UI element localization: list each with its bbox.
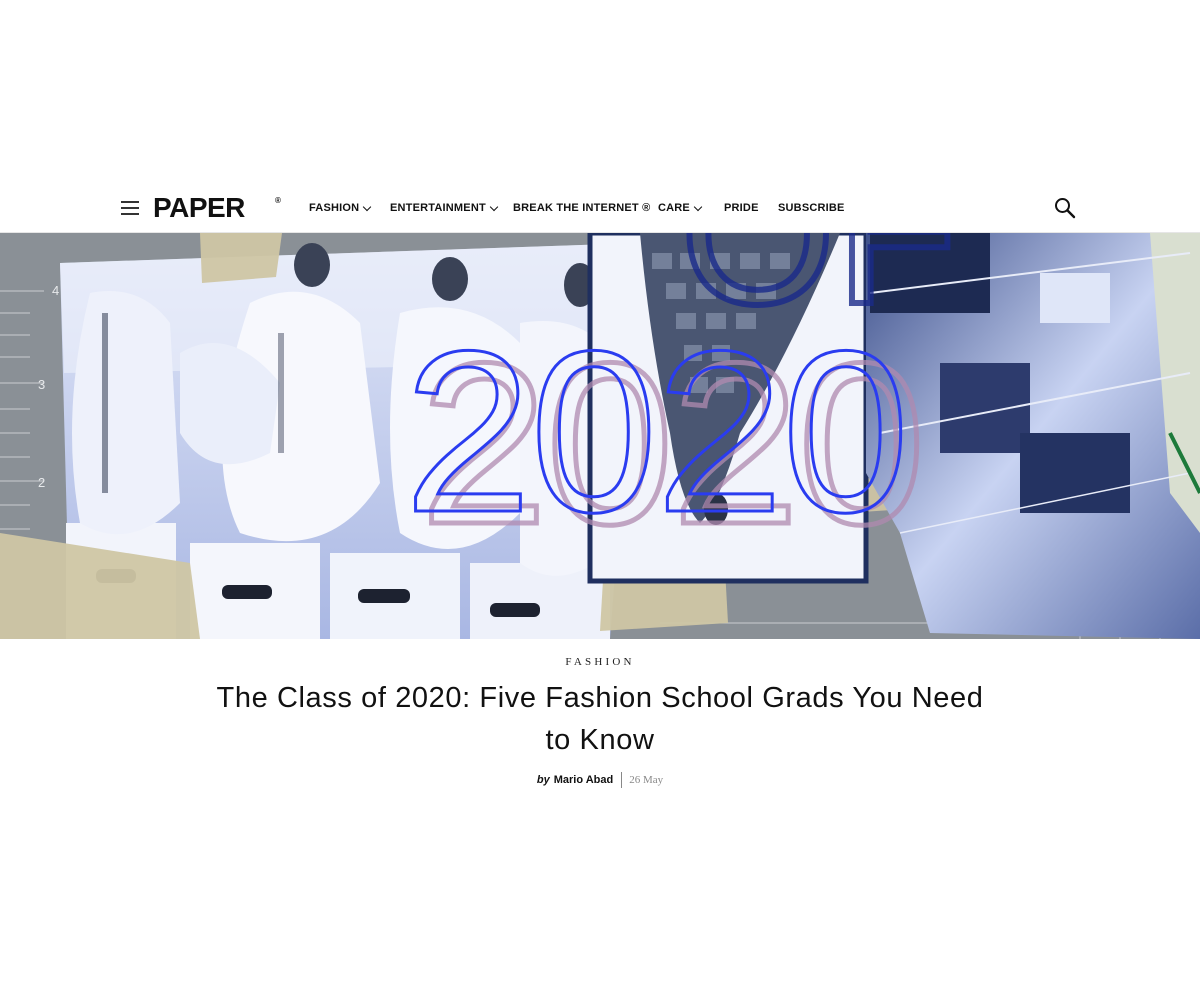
nav-item-label: ENTERTAINMENT	[390, 202, 486, 214]
nav-item-pride[interactable]: PRIDE	[724, 202, 759, 215]
article-category[interactable]: FASHION	[0, 656, 1200, 668]
byline-prefix: by	[536, 774, 550, 786]
logo-registered-mark: ®	[275, 196, 281, 205]
tape	[200, 233, 282, 283]
chevron-down-icon	[693, 202, 703, 211]
chevron-down-icon	[363, 202, 372, 211]
article-title: The Class of 2020: Five Fashion School G…	[216, 682, 984, 756]
ruler-number: 3	[38, 377, 45, 392]
nav-item-label: SUBSCRIBE	[778, 202, 845, 214]
site-logo[interactable]: PAPER	[153, 192, 245, 224]
nav-item-label: FASHION	[309, 202, 360, 214]
hamburger-menu-icon[interactable]	[121, 201, 139, 215]
nav-item-label: BREAK THE INTERNET ®	[513, 202, 651, 214]
search-icon[interactable]	[1054, 197, 1076, 219]
nav-item-fashion[interactable]: FASHION	[309, 202, 372, 215]
ruler-number: 4	[52, 283, 59, 298]
nav-item-break-the-internet[interactable]: BREAK THE INTERNET ®	[513, 202, 650, 215]
hero-overlay-2020: 2020	[404, 303, 908, 560]
nav-item-label: PRIDE	[724, 202, 759, 214]
author-link[interactable]: Mario Abad	[554, 774, 614, 786]
chevron-down-icon	[489, 202, 499, 211]
nav-item-entertainment[interactable]: ENTERTAINMENT	[390, 202, 499, 215]
hero-image: 4 3 2 11 12	[0, 233, 1200, 639]
nav-item-subscribe[interactable]: SUBSCRIBE	[778, 202, 845, 215]
nav-item-care[interactable]: CARE	[658, 202, 703, 215]
byline-divider	[621, 772, 623, 788]
site-header: PAPER ® FASHION ENTERTAINMENT BREAK THE …	[0, 184, 1200, 233]
byline: by Mario Abad 26 May	[0, 772, 1200, 788]
page: PAPER ® FASHION ENTERTAINMENT BREAK THE …	[0, 0, 1200, 1004]
publish-date: 26 May	[629, 774, 664, 786]
ruler-number: 2	[38, 475, 45, 490]
nav-item-label: CARE	[658, 202, 690, 214]
